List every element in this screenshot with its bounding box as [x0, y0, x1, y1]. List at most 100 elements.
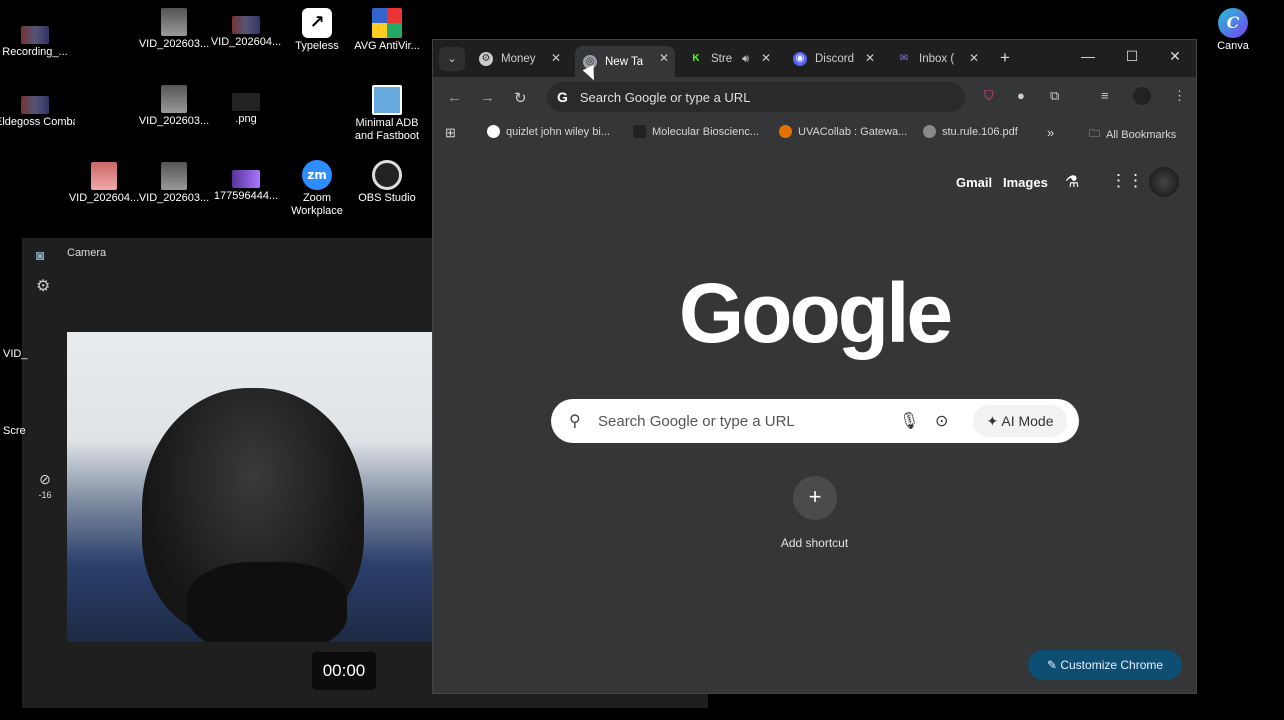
maximize-icon[interactable]: ☐ — [1122, 48, 1142, 65]
close-window-icon[interactable]: ✕ — [1165, 48, 1185, 65]
close-tab-icon[interactable]: ✕ — [761, 51, 771, 65]
bookmark-label: Molecular Bioscienc... — [652, 125, 759, 138]
customize-chrome-label: Customize Chrome — [1060, 658, 1164, 672]
bookmark-uvacollab[interactable]: UVACollab : Gatewa... — [779, 125, 907, 138]
tab-stream[interactable]: K Stre 🔊︎ ✕ — [681, 46, 777, 72]
desktop-icon-label: Canva — [1217, 40, 1249, 52]
extension-icon[interactable]: ● — [1017, 88, 1025, 103]
desktop-icon-clipped-label: Scre — [3, 425, 26, 437]
uva-favicon — [779, 125, 792, 138]
desktop-icon-label: Minimal ADB and Fastboot — [354, 117, 420, 142]
desktop: Recording_... VID_202603... VID_202604..… — [0, 0, 1284, 720]
desktop-icon-vid-1[interactable]: VID_202603... — [134, 8, 214, 51]
images-link[interactable]: Images — [1003, 175, 1048, 190]
bookmark-molecular[interactable]: Molecular Bioscienc... — [633, 125, 759, 138]
ai-mode-label: AI Mode — [1001, 413, 1054, 429]
zoom-app-icon: zm — [302, 160, 332, 190]
video-thumbnail-icon — [21, 26, 49, 44]
omnibox-placeholder: Search Google or type a URL — [579, 89, 751, 105]
tab-label: Inbox ( — [919, 53, 955, 65]
bookmark-quizlet[interactable]: quizlet john wiley bi... — [487, 125, 610, 138]
folder-icon: 🗀 — [1089, 128, 1100, 140]
tab-label: Discord — [815, 53, 854, 65]
desktop-icon-label: OBS Studio — [358, 192, 416, 204]
camera-title: Camera — [67, 247, 107, 259]
desktop-icon-clipped-label: VID_ — [3, 348, 28, 360]
desktop-icon-obs[interactable]: OBS Studio — [347, 160, 427, 205]
tab-label: Money — [501, 53, 536, 65]
desktop-icon-image[interactable]: 177596444... — [206, 162, 286, 203]
account-avatar[interactable] — [1149, 167, 1179, 197]
desktop-icon-vid-5[interactable]: VID_202603... — [134, 162, 214, 205]
extensions-puzzle-icon[interactable]: ⧉ — [1050, 88, 1059, 104]
ublock-extension-icon[interactable]: ⛉ — [984, 88, 994, 104]
close-tab-icon[interactable]: ✕ — [551, 51, 561, 65]
camera-icon: ◙ — [36, 247, 45, 263]
bookmark-pdf[interactable]: stu.rule.106.pdf — [923, 125, 1018, 138]
menu-kebab-icon[interactable]: ⋮ — [1173, 88, 1186, 104]
omnibox[interactable]: G Search Google or type a URL — [547, 82, 965, 112]
close-tab-icon[interactable]: ✕ — [969, 51, 979, 65]
search-icon: ⚲ — [569, 413, 581, 430]
minimize-icon[interactable]: — — [1078, 48, 1098, 64]
mail-tab-icon: ✉ — [897, 52, 911, 66]
apps-grid-icon[interactable]: ⊞ — [445, 125, 456, 141]
video-thumbnail-icon — [161, 8, 187, 36]
bookmark-label: stu.rule.106.pdf — [942, 125, 1018, 138]
desktop-icon-eldegoss[interactable]: Eldegoss Combacnk... — [0, 88, 75, 129]
desktop-icon-typeless[interactable]: ↗ Typeless — [277, 8, 357, 53]
customize-chrome-button[interactable]: ✎ Customize Chrome — [1028, 650, 1182, 680]
chevron-more-icon[interactable]: » — [1047, 125, 1054, 140]
all-bookmarks-label: All Bookmarks — [1106, 128, 1177, 141]
forward-icon[interactable]: → — [480, 89, 495, 106]
add-shortcut-button[interactable]: + — [793, 476, 837, 520]
discord-tab-icon: ◉ — [793, 52, 807, 66]
exposure-icon[interactable]: ⊘ — [34, 471, 56, 488]
desktop-icon-zoom[interactable]: zm Zoom Workplace — [277, 160, 357, 218]
chrome-window: ⌄ ⚙ Money ✕ ◎ New Ta ✕ K Stre 🔊︎ ✕ ◉ Dis… — [432, 39, 1197, 694]
back-icon[interactable]: ← — [447, 89, 462, 106]
desktop-icon-label: VID_202604... — [68, 192, 140, 204]
desktop-icon-label: Typeless — [295, 40, 339, 52]
desktop-icon-vid-2[interactable]: VID_202604... — [206, 8, 286, 49]
profile-avatar[interactable] — [1133, 87, 1151, 105]
desktop-icon-adb[interactable]: Minimal ADB and Fastboot — [347, 85, 427, 143]
settings-tab-icon: ⚙ — [479, 52, 493, 66]
desktop-icon-vid-4[interactable]: VID_202604... — [64, 162, 144, 205]
settings-gear-icon[interactable]: ⚙ — [36, 276, 50, 296]
search-placeholder: Search Google or type a URL — [598, 413, 795, 430]
ai-mode-button[interactable]: ✦ AI Mode — [973, 405, 1067, 437]
canva-app-icon: C — [1218, 8, 1248, 38]
desktop-icon-vid-3[interactable]: VID_202603... — [134, 85, 214, 128]
tab-discord[interactable]: ◉ Discord ✕ — [785, 46, 881, 72]
new-tab-button[interactable]: + — [995, 48, 1015, 68]
tab-inbox[interactable]: ✉ Inbox ( ✕ — [889, 46, 985, 72]
close-tab-icon[interactable]: ✕ — [659, 51, 669, 65]
new-tab-page: Gmail Images ⚗ ⋮⋮⋮ Google ⚲ Search Googl… — [433, 147, 1196, 693]
avg-antivirus-icon — [372, 8, 402, 38]
labs-flask-icon[interactable]: ⚗ — [1065, 172, 1079, 192]
tab-search-button[interactable]: ⌄ — [439, 47, 465, 71]
desktop-icon-recording[interactable]: Recording_... — [0, 18, 75, 59]
desktop-icon-canva[interactable]: C Canva — [1193, 8, 1273, 53]
reload-icon[interactable]: ↻ — [514, 89, 527, 107]
recording-timer: 00:00 — [312, 652, 376, 690]
microphone-icon[interactable]: 🎙︎ — [899, 411, 919, 431]
close-tab-icon[interactable]: ✕ — [865, 51, 875, 65]
google-lens-icon[interactable]: ⊙ — [935, 411, 948, 431]
google-logo: Google — [678, 266, 953, 360]
google-favicon — [487, 125, 500, 138]
desktop-icon-label: VID_202603... — [138, 192, 210, 204]
tab-money[interactable]: ⚙ Money ✕ — [471, 46, 567, 72]
search-box[interactable]: ⚲ Search Google or type a URL 🎙︎ ⊙ ✦ AI … — [551, 399, 1079, 443]
desktop-icon-avg[interactable]: AVG AntiVir... — [347, 8, 427, 53]
bookmark-label: quizlet john wiley bi... — [506, 125, 610, 138]
gmail-link[interactable]: Gmail — [956, 175, 992, 190]
speaker-icon[interactable]: 🔊︎ — [742, 53, 749, 66]
image-thumbnail-icon — [21, 96, 49, 114]
add-shortcut-label: Add shortcut — [780, 536, 849, 550]
tab-strip: ⌄ ⚙ Money ✕ ◎ New Ta ✕ K Stre 🔊︎ ✕ ◉ Dis… — [433, 40, 1196, 77]
all-bookmarks[interactable]: 🗀 All Bookmarks — [1089, 125, 1176, 144]
media-controls-icon[interactable]: ≡ — [1101, 88, 1109, 103]
desktop-icon-png[interactable]: .png — [206, 85, 286, 126]
